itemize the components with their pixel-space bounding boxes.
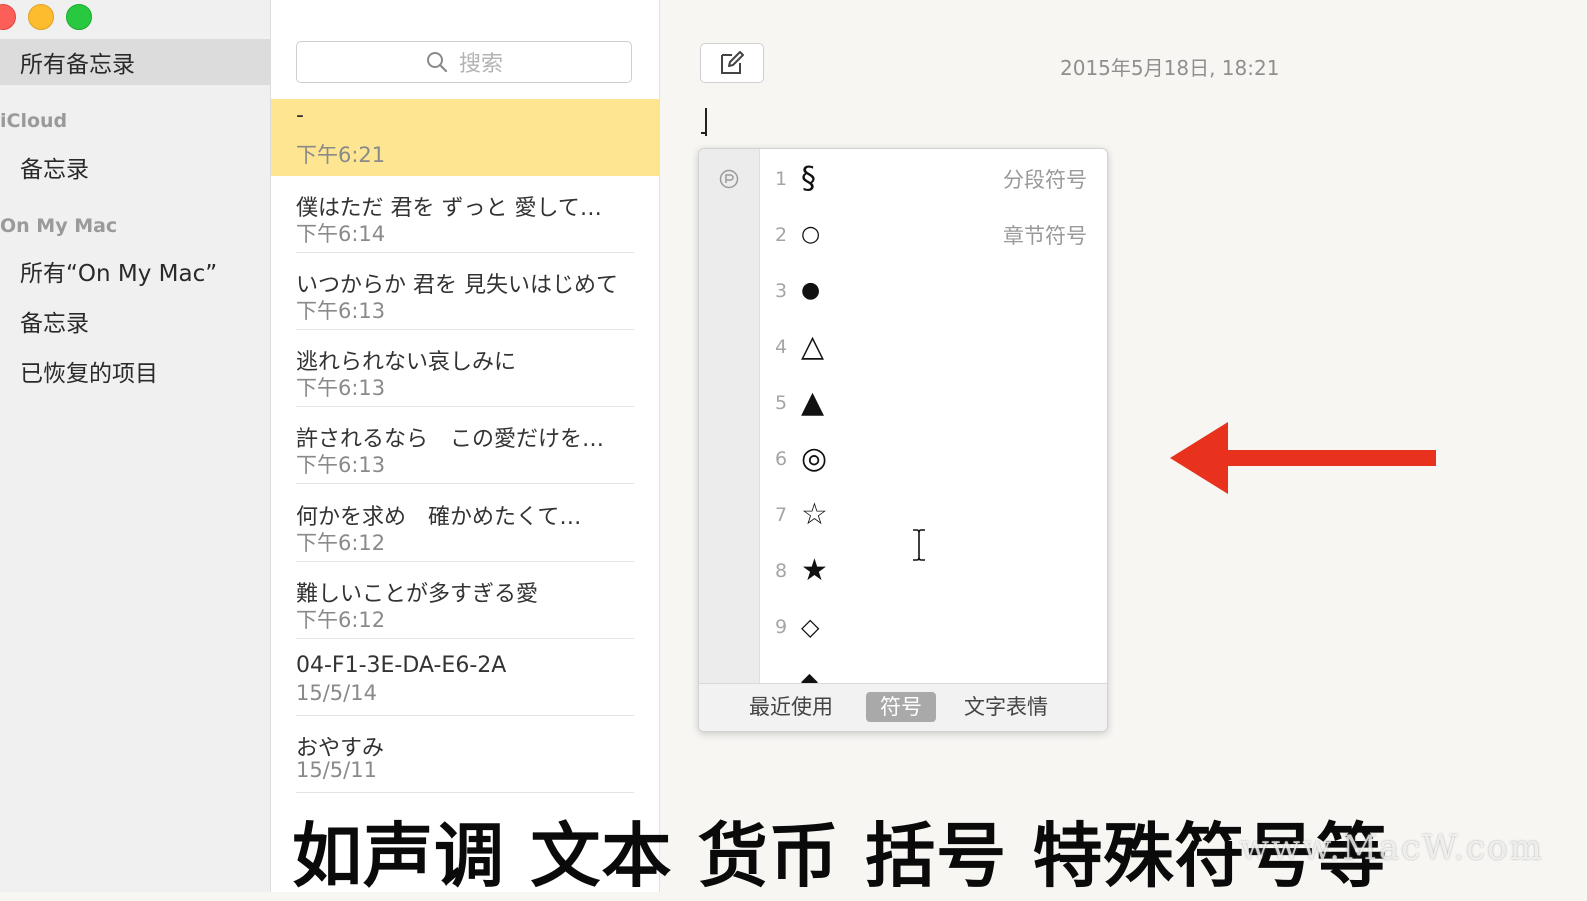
symbol-row[interactable]: 5 ▲ — [759, 375, 1107, 431]
search-icon — [426, 52, 448, 73]
search-input[interactable]: 搜索 — [459, 46, 503, 78]
symbol-number: 8 — [775, 560, 788, 582]
symbol-number: 7 — [775, 504, 788, 526]
symbol-row[interactable]: 4 △ — [759, 319, 1107, 375]
sidebar-item-recovered[interactable]: 已恢复的项目 — [0, 350, 270, 392]
symbol-glyph: △ — [801, 329, 825, 364]
popover-sidebar — [699, 149, 760, 683]
tab-recent[interactable]: 最近使用 — [749, 692, 833, 722]
symbol-row[interactable]: 1 § 分段符号 — [759, 151, 1107, 207]
minimize-window-button[interactable] — [28, 4, 54, 30]
symbol-glyph: ● — [801, 278, 821, 303]
watermark: www.MacW.com — [1240, 828, 1544, 868]
symbol-glyph: ◆ — [801, 669, 818, 684]
list-item[interactable]: いつからか 君を 見失いはじめて 下午6:13 — [271, 253, 659, 330]
symbol-glyph: ▲ — [801, 385, 825, 420]
symbol-name: 章节符号 — [1003, 224, 1087, 248]
note-date: 下午6:13 — [296, 299, 386, 323]
popover-tab-bar: 最近使用 符号 文字表情 — [699, 683, 1107, 731]
list-item[interactable]: 僕はただ 君を ずっと 愛して… 下午6:14 — [271, 176, 659, 253]
note-date: 下午6:12 — [296, 531, 386, 555]
sidebar-header-on-my-mac: On My Mac — [0, 215, 118, 237]
list-item[interactable]: 04-F1-3E-DA-E6-2A 15/5/14 — [271, 639, 659, 716]
text-caret-underline — [701, 132, 707, 134]
ibeam-cursor-icon — [913, 529, 925, 561]
note-date: 下午6:13 — [296, 376, 386, 400]
note-date-header: 2015年5月18日, 18:21 — [1060, 56, 1280, 80]
tab-symbols[interactable]: 符号 — [866, 692, 936, 722]
sidebar-item-label: 备忘录 — [20, 311, 89, 337]
symbol-number: 6 — [775, 448, 788, 470]
note-date: 下午6:12 — [296, 608, 386, 632]
note-list: 搜索 - 下午6:21 僕はただ 君を ずっと 愛して… 下午6:14 いつから… — [271, 0, 660, 892]
symbol-number: 3 — [775, 280, 788, 302]
note-date: 下午6:13 — [296, 453, 386, 477]
symbol-row[interactable]: 7 ☆ — [759, 487, 1107, 543]
zoom-window-button[interactable] — [66, 4, 92, 30]
symbol-row[interactable]: ◆ — [759, 627, 1107, 684]
window-controls — [0, 4, 92, 30]
symbol-row[interactable]: 2 ○ 章节符号 — [759, 207, 1107, 263]
sidebar-item-label: 所有“On My Mac” — [20, 261, 218, 287]
symbol-number: 1 — [775, 168, 788, 190]
symbol-glyph: ○ — [801, 222, 821, 247]
symbol-glyph: ☆ — [801, 497, 828, 532]
list-item[interactable]: - 下午6:21 — [271, 99, 659, 176]
note-title: - — [296, 103, 304, 128]
close-window-button[interactable] — [0, 4, 16, 30]
symbol-glyph: ★ — [801, 553, 828, 588]
note-date: 15/5/14 — [296, 681, 377, 705]
search-field[interactable]: 搜索 — [296, 41, 632, 83]
symbol-name: 分段符号 — [1003, 168, 1087, 192]
list-item[interactable]: 逃れられない哀しみに 下午6:13 — [271, 330, 659, 407]
sidebar-item-all-on-my-mac[interactable]: 所有“On My Mac” — [0, 250, 270, 292]
note-date: 15/5/11 — [296, 758, 377, 782]
compose-button[interactable] — [700, 43, 764, 83]
list-item[interactable]: おやすみ 15/5/11 — [271, 716, 659, 793]
sidebar-item-label: 备忘录 — [20, 157, 89, 183]
symbol-row[interactable]: 3 ● — [759, 263, 1107, 319]
sidebar-item-label: 已恢复的项目 — [20, 361, 158, 387]
list-item[interactable]: 難しいことが多すぎる愛 下午6:12 — [271, 562, 659, 639]
character-viewer-icon[interactable] — [719, 169, 739, 189]
arrow-left-icon — [1170, 422, 1436, 494]
list-item[interactable]: 何かを求め 確かめたくて… 下午6:12 — [271, 485, 659, 562]
symbol-number: 4 — [775, 336, 788, 358]
sidebar-item-all-notes[interactable]: 所有备忘录 — [0, 39, 270, 85]
symbol-number: 2 — [775, 224, 788, 246]
tab-emoticons[interactable]: 文字表情 — [964, 692, 1048, 722]
list-item[interactable]: 許されるなら この愛だけを… 下午6:13 — [271, 407, 659, 484]
sidebar: 所有备忘录 iCloud 备忘录 On My Mac 所有“On My Mac”… — [0, 0, 271, 892]
character-viewer-popover: 1 § 分段符号 2 ○ 章节符号 3 ● 4 △ 5 ▲ 6 ◎ 7 ☆ 8 … — [698, 148, 1108, 732]
sidebar-item-icloud-notes[interactable]: 备忘录 — [0, 146, 270, 188]
symbol-row[interactable]: 6 ◎ — [759, 431, 1107, 487]
compose-icon — [721, 51, 744, 74]
video-subtitle: 如声调 文本 货币 括号 特殊符号等 — [292, 815, 1388, 897]
symbol-number: 5 — [775, 392, 788, 414]
divider — [296, 792, 634, 793]
sidebar-item-label: 所有备忘录 — [20, 52, 135, 78]
symbol-glyph: § — [801, 161, 816, 196]
note-editor[interactable]: 2015年5月18日, 18:21 1 § 分段符号 2 ○ 章节符号 3 ● … — [660, 0, 1587, 892]
sidebar-header-icloud: iCloud — [0, 110, 68, 132]
note-date: 下午6:14 — [296, 222, 386, 246]
note-date: 下午6:21 — [296, 143, 386, 167]
note-title: 04-F1-3E-DA-E6-2A — [296, 653, 507, 678]
divider — [296, 483, 634, 484]
symbol-row[interactable]: 8 ★ — [759, 543, 1107, 599]
sidebar-item-on-my-mac-notes[interactable]: 备忘录 — [0, 300, 270, 342]
symbol-glyph: ◎ — [801, 441, 828, 476]
